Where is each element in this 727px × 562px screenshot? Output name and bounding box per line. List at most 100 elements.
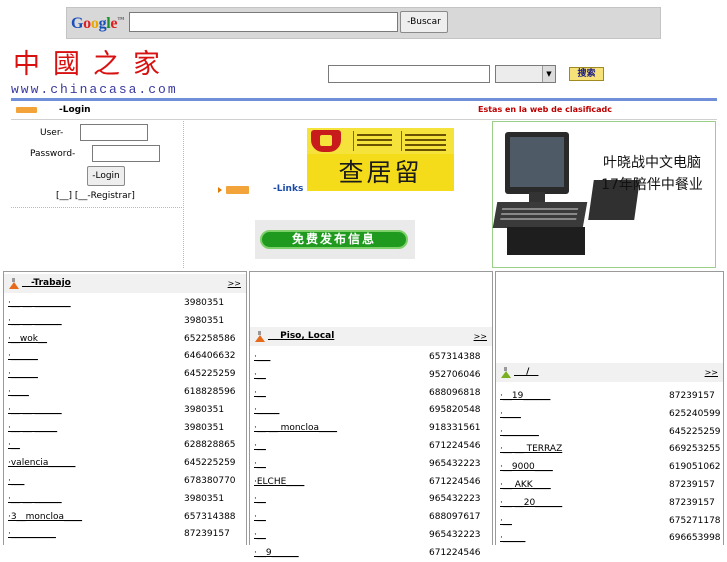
listing-title[interactable]: ·________	[500, 427, 539, 437]
listing-title[interactable]: ·__9000____	[500, 462, 553, 472]
list-item[interactable]: ·__ AKK____ 87239157	[496, 476, 723, 494]
listing-title[interactable]: ·__19______	[500, 391, 550, 401]
list-item[interactable]: ·__ __20______ 87239157	[496, 494, 723, 512]
listing-title[interactable]: ·__ __ ______	[8, 405, 62, 415]
listing-title[interactable]: ·__	[254, 388, 266, 398]
listing-title[interactable]: ·__9______	[254, 548, 299, 558]
listing-phone: 87239157	[669, 480, 715, 490]
list-item[interactable]: ·__ 688096818	[250, 384, 492, 402]
listing-title[interactable]: ·__	[500, 516, 512, 526]
listing-title[interactable]: ·__________	[8, 529, 56, 539]
list-item[interactable]: ·__ __ moncloa____ 918331561	[250, 419, 492, 437]
more-link[interactable]: >>	[228, 279, 241, 288]
listing-title[interactable]: ·__ AKK____	[500, 480, 551, 490]
listing-title[interactable]: ·__ __ ______	[8, 316, 62, 326]
listing-title[interactable]: ·ELCHE____	[254, 477, 304, 487]
listing-title[interactable]: ·__	[8, 440, 20, 450]
column-title[interactable]: __ Piso, Local	[268, 331, 334, 341]
listing-title[interactable]: ·__ __ ______	[8, 494, 62, 504]
list-item[interactable]: ·__ __ _____ 3980351	[4, 419, 246, 437]
listing-title[interactable]: ·valencia______	[8, 458, 75, 468]
listing-title[interactable]: ·__wok__	[8, 334, 47, 344]
listing-title[interactable]: ·3__moncloa____	[8, 512, 82, 522]
list-item[interactable]: ·valencia______ 645225259	[4, 454, 246, 472]
register-link[interactable]: [__] [__-Registrar]	[56, 191, 135, 201]
list-item[interactable]: ·______ 645225259	[4, 365, 246, 383]
list-item[interactable]: ·__ __ ______ 3980351	[4, 401, 246, 419]
residence-banner[interactable]: 查居留	[307, 128, 454, 191]
listing-phone: 675271178	[669, 515, 721, 526]
list-item[interactable]: ·___ 657314388	[250, 348, 492, 366]
site-notice: Estas en la web de clasificadc	[478, 105, 613, 114]
user-field[interactable]	[80, 124, 148, 141]
list-item[interactable]: ·__ 965432223	[250, 455, 492, 473]
list-item[interactable]: ·__ __ ________ 3980351	[4, 294, 246, 312]
list-item[interactable]: ·__ __ ______ 3980351	[4, 490, 246, 508]
listing-title[interactable]: ·__ __ _____	[8, 423, 57, 433]
pos-computer-ad[interactable]: 叶晓战中文电脑 17年陪伴中餐业	[492, 121, 716, 268]
list-item[interactable]: ·__ 671224546	[250, 437, 492, 455]
login-button[interactable]: -Login	[87, 166, 125, 186]
list-item[interactable]: ·__wok__ 652258586	[4, 330, 246, 348]
list-item[interactable]: ·__ 628828865	[4, 436, 246, 454]
jobs-column: __-Trabajo >> ·__ __ ________ 3980351 ·__ …	[3, 271, 247, 545]
column-title[interactable]: __-Trabajo	[22, 278, 71, 288]
list-item[interactable]: ·__ __ TERRAZ 669253255	[496, 440, 723, 458]
list-item[interactable]: ·__________ 87239157	[4, 525, 246, 543]
list-item[interactable]: ·__19______ 87239157	[496, 387, 723, 405]
list-item[interactable]: ·_____ 695820548	[250, 401, 492, 419]
list-item[interactable]: ·___ 678380770	[4, 472, 246, 490]
list-item[interactable]: ·____ 625240599	[496, 405, 723, 423]
chevron-down-icon[interactable]: ▼	[542, 66, 555, 82]
listing-title[interactable]: ·_____	[500, 533, 525, 543]
listing-title[interactable]: ·____	[500, 409, 521, 419]
listing-title[interactable]: ·___	[254, 352, 270, 362]
list-item[interactable]: ·__ 688097617	[250, 508, 492, 526]
list-item[interactable]: ·__9000____ 619051062	[496, 458, 723, 476]
flask-icon	[255, 331, 265, 342]
list-item[interactable]: ·________ 645225259	[496, 423, 723, 441]
listing-title[interactable]: ·______	[8, 369, 38, 379]
list-item[interactable]: ·__ 675271178	[496, 512, 723, 530]
site-search-button[interactable]: 搜索	[569, 67, 604, 81]
list-item[interactable]: ·__ 952706046	[250, 366, 492, 384]
list-item[interactable]: ·__ 965432223	[250, 526, 492, 544]
listing-title[interactable]: ·__	[254, 441, 266, 451]
publish-button[interactable]: 免费发布信息	[260, 230, 408, 249]
listing-title[interactable]: ·______	[8, 351, 38, 361]
listing-title[interactable]: ·__	[254, 459, 266, 469]
listing-title[interactable]: ·____	[8, 387, 29, 397]
category-select[interactable]: ▼	[495, 65, 556, 83]
new-badge-icon	[226, 186, 249, 194]
listing-title[interactable]: ·__ __ ________	[8, 298, 71, 308]
site-logo[interactable]: 中國之家 www.chinacasa.com	[11, 49, 210, 99]
listing-title[interactable]: ·__	[254, 512, 266, 522]
links-link[interactable]: -Links	[273, 184, 303, 194]
list-item[interactable]: ·____ 618828596	[4, 383, 246, 401]
list-item[interactable]: ·__ 965432223	[250, 490, 492, 508]
list-item[interactable]: ·__9______ 671224546	[250, 544, 492, 562]
more-link[interactable]: >>	[705, 368, 718, 377]
listing-title[interactable]: ·__	[254, 530, 266, 540]
listing-phone: 3980351	[184, 493, 225, 504]
list-item[interactable]: ·______ 646406632	[4, 347, 246, 365]
google-search-input[interactable]	[129, 12, 398, 32]
list-item[interactable]: ·ELCHE____ 671224546	[250, 473, 492, 491]
list-item[interactable]: ·__ __ ______ 3980351	[4, 312, 246, 330]
password-field[interactable]	[92, 145, 160, 162]
column-title[interactable]: __ /__	[514, 367, 538, 377]
listing-title[interactable]: ·__	[254, 494, 266, 504]
listing-title[interactable]: ·__ __20______	[500, 498, 562, 508]
listing-title[interactable]: ·__ __ TERRAZ	[500, 444, 562, 454]
list-item[interactable]: ·3__moncloa____ 657314388	[4, 508, 246, 526]
listing-title[interactable]: ·__ __ moncloa____	[254, 423, 337, 433]
listing-title[interactable]: ·__	[254, 370, 266, 380]
site-search-input[interactable]	[328, 65, 490, 83]
google-search-button[interactable]: -Buscar	[400, 11, 448, 33]
links-row: -Links	[218, 184, 368, 196]
middle-panel: 查居留 -Links 免费发布信息	[185, 121, 491, 268]
more-link[interactable]: >>	[474, 332, 487, 341]
listing-title[interactable]: ·_____	[254, 405, 279, 415]
listing-title[interactable]: ·___	[8, 476, 24, 486]
google-logo-letter: o	[90, 15, 99, 32]
